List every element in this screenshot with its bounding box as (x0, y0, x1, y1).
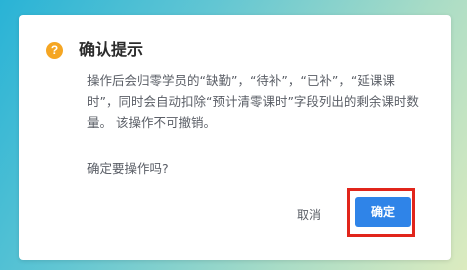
warning-icon: ? (46, 41, 63, 59)
cancel-button[interactable]: 取消 (281, 201, 337, 229)
dialog-title: 确认提示 (79, 40, 144, 59)
dialog-message: 操作后会归零学员的“缺勤”，“待补”，“已补”，“延课课时”，同时会自动扣除“预… (87, 73, 419, 130)
confirm-button[interactable]: 确定 (355, 197, 411, 227)
confirm-dialog: ? 确认提示 操作后会归零学员的“缺勤”，“待补”，“已补”，“延课课时”，同时… (19, 15, 451, 260)
dialog-header: ? 确认提示 (46, 40, 143, 60)
confirm-question: 确定要操作吗? (87, 161, 169, 176)
